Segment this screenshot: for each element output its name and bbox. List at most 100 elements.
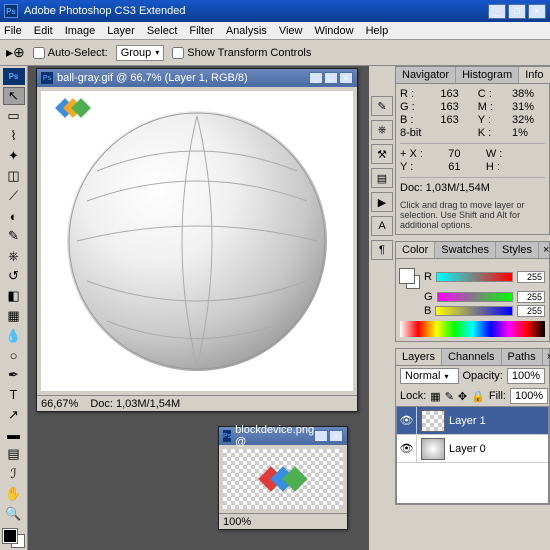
doc2-titlebar[interactable]: Ps blockdevice.png @ _ × (219, 427, 347, 445)
color-fg-bg[interactable] (400, 269, 420, 289)
tab-styles[interactable]: Styles (496, 242, 539, 258)
options-bar: ▸⊕ Auto-Select: Group▾ Show Transform Co… (0, 40, 550, 66)
type-tool[interactable]: T (3, 386, 25, 403)
lasso-tool[interactable]: ⌇ (3, 127, 25, 145)
doc2-zoom[interactable]: 100% (223, 516, 251, 528)
gradient-tool[interactable]: ▦ (3, 307, 25, 325)
document-window-1[interactable]: Ps ball-gray.gif @ 66,7% (Layer 1, RGB/8… (36, 68, 358, 412)
blue-value[interactable]: 255 (517, 305, 545, 317)
menu-analysis[interactable]: Analysis (226, 25, 267, 37)
layers-close-icon[interactable]: × (543, 349, 550, 365)
pen-tool[interactable]: ✒ (3, 366, 25, 384)
close-button[interactable]: × (528, 4, 546, 19)
hand-tool[interactable]: ✋ (3, 485, 25, 503)
tab-layers[interactable]: Layers (396, 349, 442, 365)
red-slider[interactable] (436, 272, 513, 282)
color-panel: Color Swatches Styles × R255 G255 B255 (395, 241, 550, 342)
layer-comps-icon[interactable]: ▤ (371, 168, 393, 188)
lock-all-icon[interactable]: 🔒 (471, 390, 485, 403)
tab-histogram[interactable]: Histogram (456, 67, 519, 83)
character-panel-icon[interactable]: A (371, 216, 393, 236)
menu-file[interactable]: File (4, 25, 22, 37)
blockdevice-image (265, 470, 301, 488)
lock-pixels-icon[interactable]: ✎ (445, 390, 454, 403)
visibility-icon[interactable]: 👁 (397, 407, 417, 434)
eraser-tool[interactable]: ◧ (3, 287, 25, 305)
spectrum-bar[interactable] (400, 321, 545, 337)
info-hint: Click and drag to move layer or selectio… (400, 200, 545, 230)
maximize-button[interactable]: □ (508, 4, 526, 19)
doc1-close[interactable]: × (339, 72, 353, 84)
doc1-statusbar: 66,67% Doc: 1,03M/1,54M (37, 395, 357, 411)
group-dropdown[interactable]: Group▾ (116, 45, 165, 61)
opacity-input[interactable]: 100% (507, 368, 545, 384)
color-close-icon[interactable]: × (539, 242, 550, 258)
path-tool[interactable]: ↗ (3, 406, 25, 424)
tab-paths[interactable]: Paths (502, 349, 543, 365)
tab-navigator[interactable]: Navigator (396, 67, 456, 83)
blend-mode-dropdown[interactable]: Normal▾ (400, 368, 459, 384)
actions-panel-icon[interactable]: ▶ (371, 192, 393, 212)
doc2-minimize[interactable]: _ (314, 430, 328, 442)
wand-tool[interactable]: ✦ (3, 147, 25, 165)
tab-channels[interactable]: Channels (442, 349, 501, 365)
layer-row-1[interactable]: 👁 Layer 1 (397, 407, 548, 435)
menu-view[interactable]: View (279, 25, 303, 37)
menu-layer[interactable]: Layer (107, 25, 135, 37)
document-window-2[interactable]: Ps blockdevice.png @ _ × 100% (218, 426, 348, 530)
menu-edit[interactable]: Edit (34, 25, 53, 37)
menu-image[interactable]: Image (65, 25, 96, 37)
doc2-close[interactable]: × (329, 430, 343, 442)
cursor-cubes-icon (61, 101, 85, 115)
doc1-canvas[interactable] (41, 91, 353, 391)
brush-tool[interactable]: ✎ (3, 227, 25, 245)
heal-tool[interactable]: ◐ (3, 207, 25, 224)
zoom-tool[interactable]: 🔍 (3, 505, 25, 523)
menu-help[interactable]: Help (366, 25, 389, 37)
green-slider[interactable] (437, 292, 513, 302)
lock-position-icon[interactable]: ✥ (458, 390, 467, 403)
blur-tool[interactable]: 💧 (3, 327, 25, 345)
doc1-maximize[interactable]: □ (324, 72, 338, 84)
green-value[interactable]: 255 (517, 291, 545, 303)
red-value[interactable]: 255 (517, 271, 545, 283)
marquee-tool[interactable]: ▭ (3, 107, 25, 125)
notes-tool[interactable]: ▤ (3, 445, 25, 463)
lock-transparent-icon[interactable]: ▦ (430, 390, 440, 403)
layers-panel: Layers Channels Paths × Normal▾ Opacity:… (395, 348, 550, 505)
dodge-tool[interactable]: ○ (3, 347, 25, 364)
layer-row-0[interactable]: 👁 Layer 0 (397, 435, 548, 463)
menu-select[interactable]: Select (147, 25, 178, 37)
tab-swatches[interactable]: Swatches (435, 242, 496, 258)
clone-panel-icon[interactable]: ⎈ (371, 120, 393, 140)
auto-select-checkbox[interactable]: Auto-Select: (33, 47, 108, 59)
menubar: File Edit Image Layer Select Filter Anal… (0, 22, 550, 40)
fill-input[interactable]: 100% (510, 388, 548, 404)
volleyball-seams (67, 111, 327, 371)
brushes-panel-icon[interactable]: ✎ (371, 96, 393, 116)
paragraph-panel-icon[interactable]: ¶ (371, 240, 393, 260)
tool-presets-icon[interactable]: ⚒ (371, 144, 393, 164)
transform-checkbox[interactable]: Show Transform Controls (172, 47, 311, 59)
blue-slider[interactable] (435, 306, 513, 316)
menu-window[interactable]: Window (314, 25, 353, 37)
slice-tool[interactable]: ⟋ (3, 187, 25, 205)
history-brush-tool[interactable]: ↺ (3, 267, 25, 285)
shape-tool[interactable]: ▬ (3, 426, 25, 443)
minimize-button[interactable]: _ (488, 4, 506, 19)
crop-tool[interactable]: ◫ (3, 167, 25, 185)
doc1-titlebar[interactable]: Ps ball-gray.gif @ 66,7% (Layer 1, RGB/8… (37, 69, 357, 87)
menu-filter[interactable]: Filter (189, 25, 213, 37)
stamp-tool[interactable]: ⎈ (3, 247, 25, 265)
doc1-minimize[interactable]: _ (309, 72, 323, 84)
tab-info[interactable]: Info (519, 67, 550, 83)
toolbox: Ps ↖ ▭ ⌇ ✦ ◫ ⟋ ◐ ✎ ⎈ ↺ ◧ ▦ 💧 ○ ✒ T ↗ ▬ ▤… (0, 66, 28, 550)
color-swatches[interactable] (3, 529, 25, 548)
move-tool[interactable]: ↖ (3, 87, 25, 105)
tab-color[interactable]: Color (396, 242, 435, 258)
visibility-icon[interactable]: 👁 (397, 435, 417, 462)
doc1-zoom[interactable]: 66,67% (41, 398, 78, 410)
doc2-canvas[interactable] (223, 449, 343, 509)
layer0-thumb (421, 438, 445, 460)
eyedropper-tool[interactable]: ℐ (3, 465, 25, 483)
